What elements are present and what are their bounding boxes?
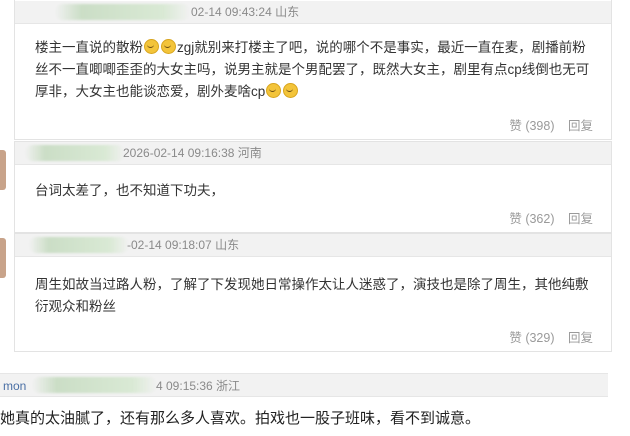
comment-actions: 赞 (362) 回复: [499, 208, 593, 227]
grin-emoji-icon: [161, 39, 176, 54]
like-button[interactable]: 赞 (398): [509, 119, 554, 133]
comment-actions: 赞 (398) 回复: [499, 115, 593, 134]
comment-username[interactable]: mon: [3, 375, 26, 397]
comment-text: 她真的太油腻了，还有那么多人喜欢。拍戏也一股子班味，看不到诚意。: [0, 410, 481, 427]
comment-body: 周生如故当过路人粉，了解了下发现她日常操作太让人迷惑了，演技也是除了周生，其他纯…: [35, 274, 593, 318]
grin-emoji-icon: [144, 39, 159, 54]
blurred-username: [32, 377, 157, 393]
comment-text: 楼主一直说的散粉: [35, 40, 143, 55]
like-button[interactable]: 赞 (362): [509, 212, 554, 226]
comment-meta-bar: -02-14 09:18:07 山东: [15, 234, 611, 257]
comment-card: 2026-02-14 09:16:38 河南 台词太差了，也不知道下功夫， 赞 …: [14, 141, 612, 233]
comment-body: 楼主一直说的散粉 zgj就别来打楼主了吧，说的哪个不是事实，最近一直在麦，剧播前粉…: [35, 37, 593, 103]
comment-card: -02-14 09:18:07 山东 周生如故当过路人粉，了解了下发现她日常操作…: [14, 233, 612, 352]
comment-text: 周生如故当过路人粉，了解了下发现她日常操作太让人迷惑了，演技也是除了周生，其他纯…: [35, 277, 589, 314]
comment-meta-bar: 02-14 09:43:24 山东: [15, 1, 611, 24]
comment-meta-bar: 2026-02-14 09:16:38 河南: [15, 142, 611, 165]
reply-button[interactable]: 回复: [568, 331, 593, 345]
blurred-username: [25, 145, 125, 161]
reply-button[interactable]: 回复: [568, 212, 593, 226]
comment-timestamp: 4 09:15:36 浙江: [156, 379, 241, 393]
avatar-edge: [0, 238, 6, 278]
reply-button[interactable]: 回复: [568, 119, 593, 133]
comment-timestamp: 2026-02-14 09:16:38 河南: [123, 146, 262, 160]
like-button[interactable]: 赞 (329): [509, 331, 554, 345]
grin-emoji-icon: [283, 83, 299, 98]
comment-text: 台词太差了，也不知道下功夫，: [35, 183, 224, 198]
grin-emoji-icon: [266, 83, 282, 98]
comment-actions: 赞 (329) 回复: [499, 327, 593, 346]
comment-timestamp: -02-14 09:18:07 山东: [127, 238, 240, 252]
blurred-username: [55, 4, 190, 20]
comment-card: 02-14 09:43:24 山东 楼主一直说的散粉 zgj就别来打楼主了吧，说的…: [14, 0, 612, 140]
blurred-username: [29, 237, 129, 253]
comment-body: 台词太差了，也不知道下功夫，: [35, 180, 593, 202]
comment-timestamp: 02-14 09:43:24 山东: [191, 5, 300, 19]
avatar-edge: [0, 150, 6, 190]
comment-meta-bar: mon 4 09:15:36 浙江: [0, 373, 608, 397]
